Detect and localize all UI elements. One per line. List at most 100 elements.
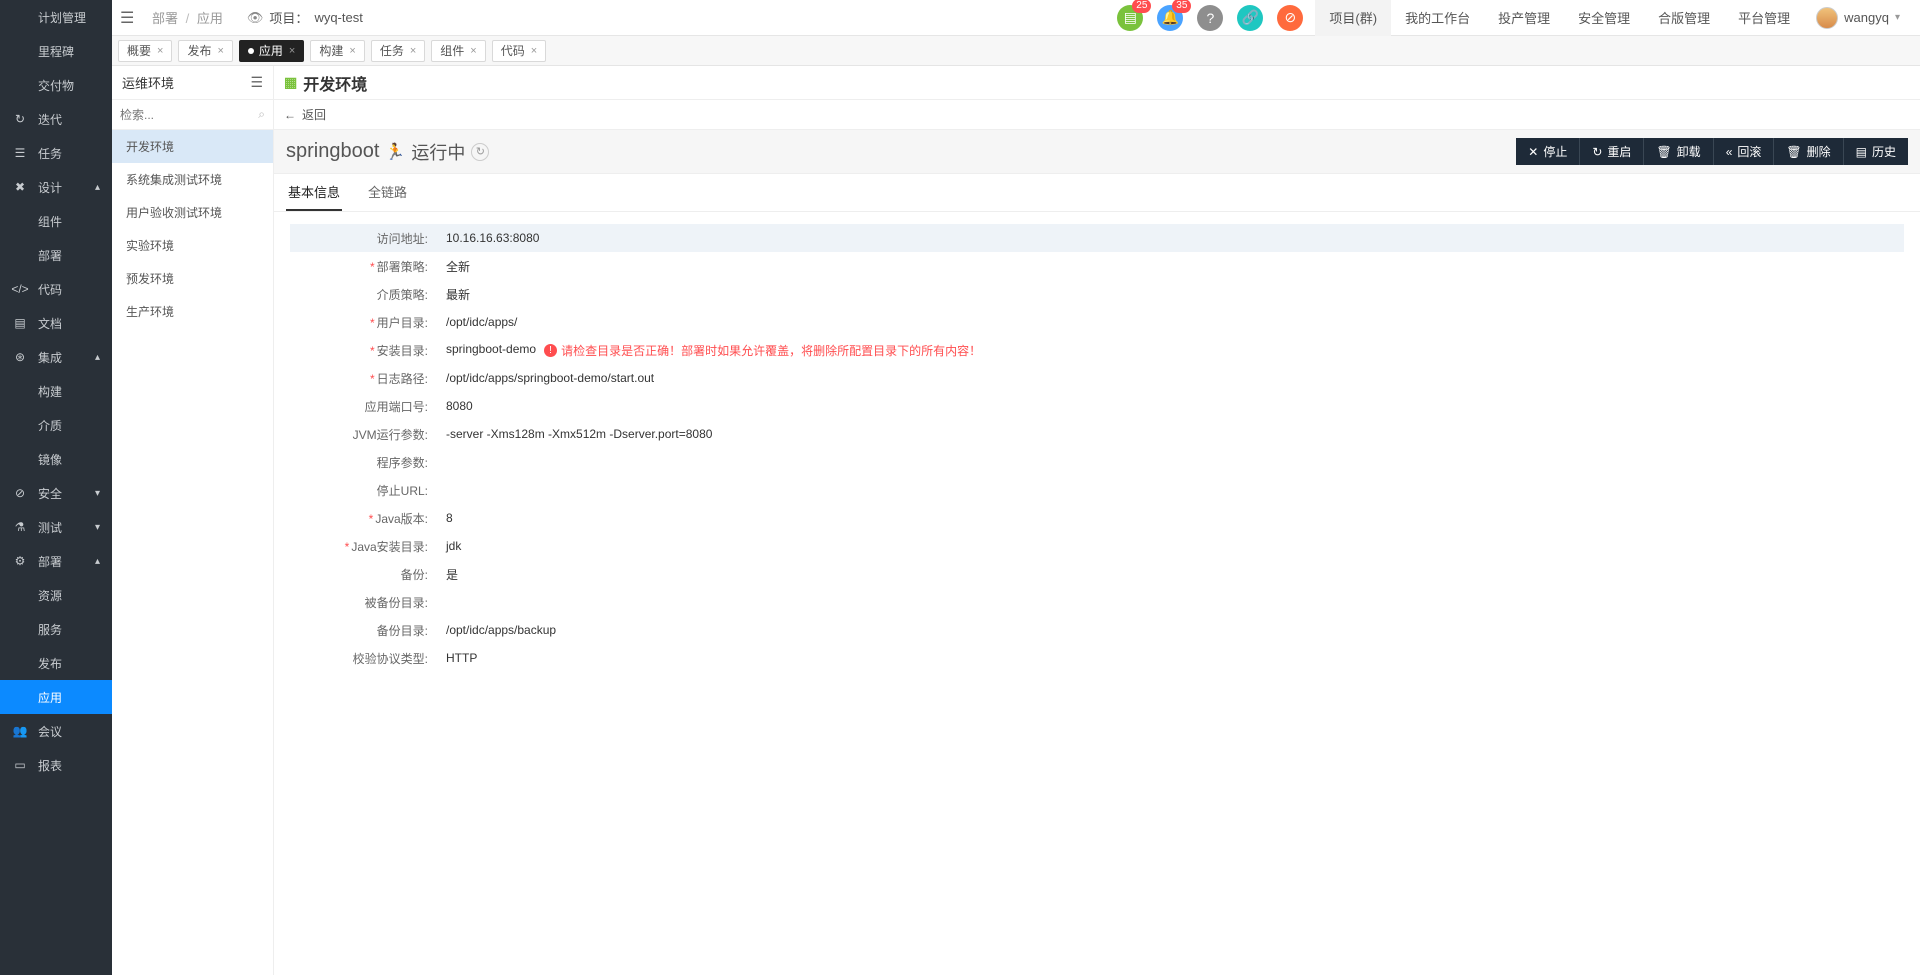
run-state: 运行中	[411, 139, 465, 165]
nav-item-1[interactable]: 里程碑	[0, 34, 112, 68]
nav-item-3[interactable]: ↻迭代	[0, 102, 112, 136]
back-label: 返回	[302, 106, 326, 123]
subtab-5[interactable]: 组件×	[431, 40, 485, 62]
help-icon[interactable]: ?	[1197, 5, 1223, 31]
nav-label: 设计	[38, 179, 62, 196]
hamburger-icon[interactable]: ☰	[120, 8, 144, 28]
nav-item-16[interactable]: ⚙部署▴	[0, 544, 112, 578]
top-tab-5[interactable]: 平台管理	[1724, 0, 1804, 36]
info-value: 10.16.16.63:8080	[438, 231, 539, 245]
info-row-0: 访问地址:10.16.16.63:8080	[290, 224, 1904, 252]
breadcrumb-b[interactable]: 应用	[197, 11, 223, 26]
info-label: 被备份目录:	[290, 594, 438, 611]
top-tab-0[interactable]: 项目(群)	[1315, 0, 1391, 36]
top-tab-4[interactable]: 合版管理	[1644, 0, 1724, 36]
nav-item-22[interactable]: ▭报表	[0, 748, 112, 782]
subtab-2[interactable]: 应用×	[239, 40, 304, 62]
notif-green-icon[interactable]: ▤25	[1117, 5, 1143, 31]
nav-item-13[interactable]: 镜像	[0, 442, 112, 476]
project-name: wyq-test	[314, 10, 362, 25]
btn-label: 重启	[1607, 143, 1631, 160]
info-label: *部署策略:	[290, 258, 438, 275]
nav-label: 组件	[38, 213, 62, 230]
nav-item-6[interactable]: 组件	[0, 204, 112, 238]
info-value: springboot-demo!请检查目录是否正确！部署时如果允许覆盖，将删除所…	[438, 342, 981, 359]
btn-label: 回滚	[1737, 143, 1761, 160]
info-value: HTTP	[438, 651, 477, 665]
nav-item-9[interactable]: ▤文档	[0, 306, 112, 340]
btn-icon: ✕	[1528, 145, 1538, 159]
close-icon[interactable]: ×	[470, 45, 476, 57]
action-btn-3[interactable]: «回滚	[1714, 138, 1775, 165]
btn-icon: 🗑	[1786, 145, 1801, 159]
action-btn-5[interactable]: ▤历史	[1844, 138, 1908, 165]
nav-item-11[interactable]: 构建	[0, 374, 112, 408]
close-icon[interactable]: ×	[217, 45, 223, 57]
top-tab-1[interactable]: 我的工作台	[1391, 0, 1484, 36]
close-icon[interactable]: ×	[410, 45, 416, 57]
nav-icon: ▭	[12, 758, 28, 772]
subtab-6[interactable]: 代码×	[492, 40, 546, 62]
subtab-1[interactable]: 发布 ×	[178, 40, 232, 62]
nav-item-18[interactable]: 服务	[0, 612, 112, 646]
project-selector[interactable]: 👁 项目： wyq-test	[247, 8, 363, 27]
env-item-0[interactable]: 开发环境	[112, 130, 273, 163]
dot-icon	[248, 48, 254, 54]
action-btn-0[interactable]: ✕停止	[1516, 138, 1580, 165]
search-icon[interactable]: ⌕	[258, 107, 265, 122]
breadcrumb-a[interactable]: 部署	[152, 11, 178, 26]
info-value: 最新	[438, 286, 470, 303]
nav-icon: ⊘	[12, 486, 28, 500]
nav-item-19[interactable]: 发布	[0, 646, 112, 680]
block-icon[interactable]: ⊘	[1277, 5, 1303, 31]
link-icon[interactable]: 🔗	[1237, 5, 1263, 31]
refresh-icon[interactable]: ↻	[471, 143, 489, 161]
nav-item-4[interactable]: ☰任务	[0, 136, 112, 170]
collapse-icon[interactable]: ☰	[250, 74, 263, 91]
action-btn-2[interactable]: 🗑卸载	[1644, 138, 1713, 165]
nav-item-8[interactable]: </>代码	[0, 272, 112, 306]
notif-bell-icon[interactable]: 🔔35	[1157, 5, 1183, 31]
env-search: ⌕	[112, 100, 273, 130]
subtab-label: 发布	[187, 42, 211, 59]
nav-item-0[interactable]: 计划管理	[0, 0, 112, 34]
info-label: *Java安装目录:	[290, 538, 438, 555]
close-icon[interactable]: ×	[289, 45, 295, 57]
nav-item-7[interactable]: 部署	[0, 238, 112, 272]
subtab-3[interactable]: 构建×	[310, 40, 364, 62]
back-button[interactable]: ← 返回	[274, 100, 1920, 130]
nav-item-2[interactable]: 交付物	[0, 68, 112, 102]
subtab-4[interactable]: 任务×	[371, 40, 425, 62]
env-item-5[interactable]: 生产环境	[112, 295, 273, 328]
close-icon[interactable]: ×	[157, 45, 163, 57]
nav-item-10[interactable]: ⊛集成▴	[0, 340, 112, 374]
nav-item-5[interactable]: ✖设计▴	[0, 170, 112, 204]
nav-item-15[interactable]: ⚗测试▾	[0, 510, 112, 544]
action-btn-4[interactable]: 🗑删除	[1774, 138, 1843, 165]
nav-icon: ⚗	[12, 520, 28, 534]
nav-item-12[interactable]: 介质	[0, 408, 112, 442]
subtab-0[interactable]: 概要×	[118, 40, 172, 62]
nav-icon: </>	[12, 282, 28, 296]
env-item-2[interactable]: 用户验收测试环境	[112, 196, 273, 229]
detail-tab-0[interactable]: 基本信息	[286, 174, 342, 211]
top-tab-2[interactable]: 投产管理	[1484, 0, 1564, 36]
close-icon[interactable]: ×	[349, 45, 355, 57]
nav-item-17[interactable]: 资源	[0, 578, 112, 612]
action-btn-1[interactable]: ↻ 重启	[1580, 138, 1644, 165]
nav-item-14[interactable]: ⊘安全▾	[0, 476, 112, 510]
app-bar: springboot 🏃 运行中 ↻ ✕停止↻重启🗑卸载«回滚🗑删除▤历史	[274, 130, 1920, 174]
close-icon[interactable]: ×	[531, 45, 537, 57]
detail-tab-1[interactable]: 全链路	[366, 174, 409, 211]
env-search-input[interactable]	[120, 108, 258, 122]
nav-item-21[interactable]: 👥会议	[0, 714, 112, 748]
env-item-1[interactable]: 系统集成测试环境	[112, 163, 273, 196]
env-item-3[interactable]: 实验环境	[112, 229, 273, 262]
top-tab-3[interactable]: 安全管理	[1564, 0, 1644, 36]
nav-item-20[interactable]: 应用	[0, 680, 112, 714]
nav-label: 迭代	[38, 111, 62, 128]
btn-icon: ↻	[1592, 145, 1602, 159]
env-item-4[interactable]: 预发环境	[112, 262, 273, 295]
nav-label: 安全	[38, 485, 62, 502]
user-menu[interactable]: wangyq ▾	[1804, 7, 1912, 29]
